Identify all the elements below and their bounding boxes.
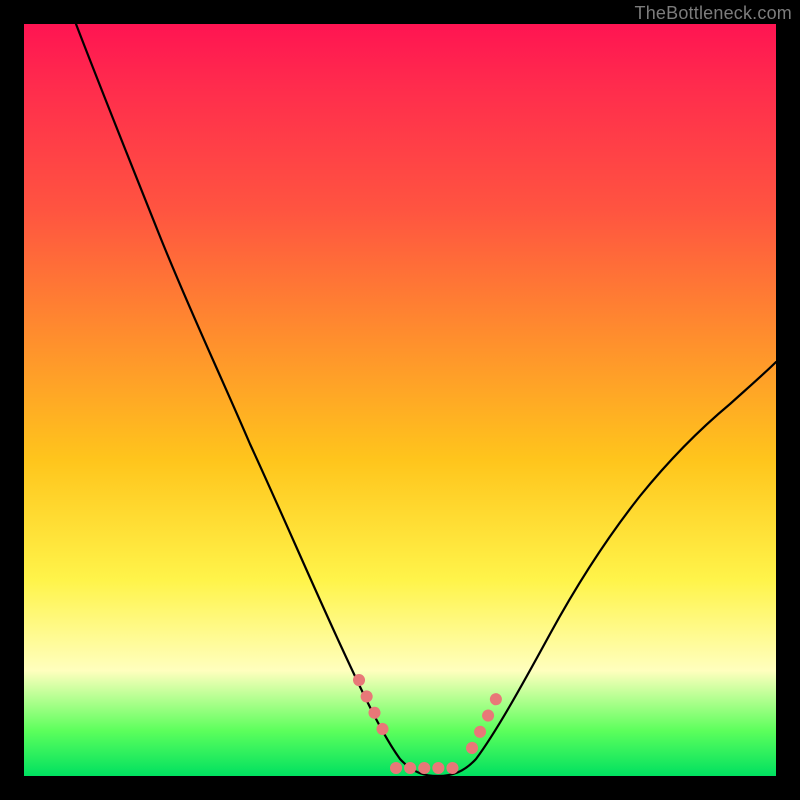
watermark-text: TheBottleneck.com <box>635 3 792 24</box>
bottleneck-curve-svg <box>24 24 776 776</box>
bottleneck-curve <box>76 24 776 776</box>
marker-dots-right <box>472 686 502 748</box>
black-frame: TheBottleneck.com <box>0 0 800 800</box>
